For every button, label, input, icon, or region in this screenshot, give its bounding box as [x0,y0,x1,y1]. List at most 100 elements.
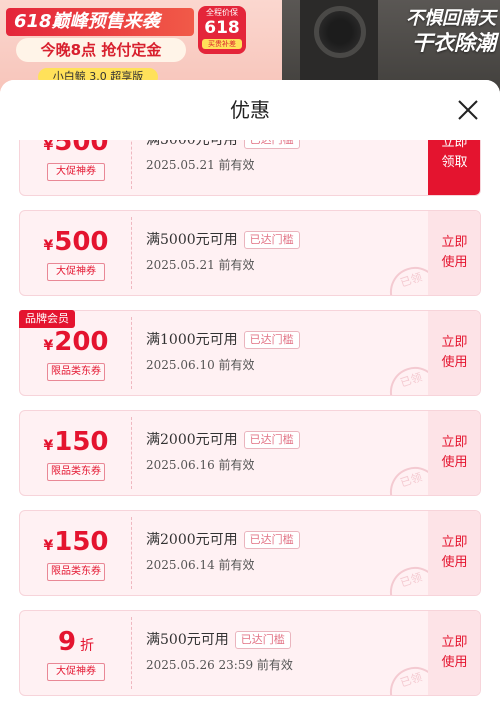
close-icon[interactable] [456,98,480,122]
coupon-condition-text: 满2000元可用 [146,432,238,448]
action-line1: 立即 [441,335,468,350]
coupon-divider [131,217,132,289]
price-badge-label: 全程价保 [206,8,238,17]
coupon-card: ¥500 大促神券 满5000元可用 已达门槛 2025.05.21 前有效 已领… [19,210,481,296]
coupon-condition: 满500元可用 已达门槛 [146,630,291,650]
sheet-header: 优惠 [0,80,500,140]
coupon-kind: 限品类东券 [47,463,105,481]
action-line1: 立即 [441,435,468,450]
coupon-card: ¥500 大促神券 满5000元可用已达门槛 2025.05.21 前有效 立即… [19,140,481,196]
currency-symbol: ¥ [43,238,54,254]
price-badge-number: 618 [204,18,240,38]
coupon-amount-value: 150 [54,527,109,557]
action-line1: 立即 [441,140,468,150]
coupon-expiry: 2025.05.21 前有效 [146,258,255,272]
coupon-condition-text: 满1000元可用 [146,332,238,348]
coupon-divider [131,317,132,389]
coupon-condition: 满1000元可用 已达门槛 [146,330,300,350]
action-line1: 立即 [441,535,468,550]
coupon-kind: 大促神券 [47,163,105,181]
action-line2: 使用 [441,555,468,570]
threshold-tag: 已达门槛 [243,140,300,149]
coupon-amount-value: 500 [54,140,109,157]
action-line2: 使用 [441,355,468,370]
brand-member-badge: 品牌会员 [19,310,75,328]
coupon-card: ¥200 限品类东券 满1000元可用 已达门槛 2025.06.10 前有效 已… [19,310,481,396]
threshold-tag: 已达门槛 [243,331,300,349]
coupon-card: 9折 大促神券 满500元可用 已达门槛 2025.05.26 23:59 前有效… [19,610,481,696]
coupon-amount: 9折 [20,627,132,661]
coupon-condition: 满5000元可用已达门槛 [146,230,300,250]
banner-promo-title: 618巅峰预售来袭 [6,8,194,36]
coupon-value-area: 9折 大促神券 [20,611,132,695]
use-coupon-button[interactable]: 立即 使用 [428,611,480,695]
use-coupon-button[interactable]: 立即 使用 [428,511,480,595]
threshold-tag: 已达门槛 [234,631,291,649]
banner-promo-subtitle: 今晚8点 抢付定金 [16,38,186,62]
threshold-tag: 已达门槛 [243,231,300,249]
action-line2: 领取 [441,155,468,170]
coupon-divider [131,617,132,689]
sheet-title: 优惠 [230,98,270,122]
coupon-divider [131,140,132,189]
claim-coupon-button[interactable]: 立即 领取 [428,140,480,195]
coupon-condition: 满2000元可用 已达门槛 [146,530,300,550]
currency-symbol: ¥ [43,338,54,354]
coupon-kind: 大促神券 [47,263,105,281]
coupon-card: ¥150 限品类东券 满2000元可用 已达门槛 2025.06.14 前有效 已… [19,510,481,596]
coupon-kind: 大促神券 [47,663,105,681]
coupon-amount-value: 500 [54,227,109,257]
action-line2: 使用 [441,455,468,470]
coupon-expiry: 2025.06.10 前有效 [146,358,255,372]
coupon-card: ¥150 限品类东券 满2000元可用 已达门槛 2025.06.16 前有效 已… [19,410,481,496]
currency-symbol: ¥ [43,140,54,154]
discount-unit: 折 [80,638,95,654]
coupon-amount: ¥200 [20,327,132,361]
action-line1: 立即 [441,635,468,650]
coupon-amount: ¥150 [20,427,132,461]
coupon-amount-value: 150 [54,427,109,457]
coupon-kind: 限品类东券 [47,363,105,381]
coupon-expiry: 2025.05.26 23:59 前有效 [146,658,293,672]
action-line2: 使用 [441,655,468,670]
threshold-tag: 已达门槛 [243,531,300,549]
coupon-condition: 满2000元可用 已达门槛 [146,430,300,450]
coupon-value-area: ¥500 大促神券 [20,140,132,195]
threshold-tag: 已达门槛 [243,431,300,449]
banner-slogan: 不惧回南天 干衣除潮 [386,8,496,56]
coupon-kind: 限品类东券 [47,563,105,581]
coupon-value-area: ¥150 限品类东券 [20,511,132,595]
coupon-amount-value: 9 [57,627,77,657]
banner-slogan-line1: 不惧回南天 [406,8,496,29]
use-coupon-button[interactable]: 立即 使用 [428,411,480,495]
coupon-condition-text: 满5000元可用 [146,140,238,148]
coupon-expiry: 2025.05.21 前有效 [146,158,255,172]
washer-image [300,0,378,90]
coupon-amount: ¥150 [20,527,132,561]
use-coupon-button[interactable]: 立即 使用 [428,311,480,395]
coupon-expiry: 2025.06.16 前有效 [146,458,255,472]
coupon-amount: ¥500 [20,227,132,261]
coupon-divider [131,517,132,589]
coupon-value-area: ¥150 限品类东券 [20,411,132,495]
coupon-amount: ¥500 [20,140,132,161]
coupon-list[interactable]: ¥500 大促神券 满5000元可用已达门槛 2025.05.21 前有效 立即… [0,140,500,707]
coupon-divider [131,417,132,489]
coupon-value-area: ¥500 大促神券 [20,211,132,295]
washer-door [314,6,366,58]
currency-symbol: ¥ [43,538,54,554]
coupon-amount-value: 200 [54,327,109,357]
coupon-expiry: 2025.06.14 前有效 [146,558,255,572]
coupon-condition: 满5000元可用已达门槛 [146,140,300,150]
action-line1: 立即 [441,235,468,250]
currency-symbol: ¥ [43,438,54,454]
use-coupon-button[interactable]: 立即 使用 [428,211,480,295]
price-protection-badge: 全程价保 618 买贵补差 [198,6,246,54]
banner-slogan-line2: 干衣除潮 [412,31,496,55]
price-badge-tag: 买贵补差 [202,39,242,49]
coupon-sheet: 优惠 ¥500 大促神券 满5000元可用已达门槛 2025.05.21 前有效… [0,80,500,707]
coupon-condition-text: 满2000元可用 [146,532,238,548]
action-line2: 使用 [441,255,468,270]
coupon-condition-text: 满500元可用 [146,632,229,648]
coupon-condition-text: 满5000元可用 [146,232,238,248]
